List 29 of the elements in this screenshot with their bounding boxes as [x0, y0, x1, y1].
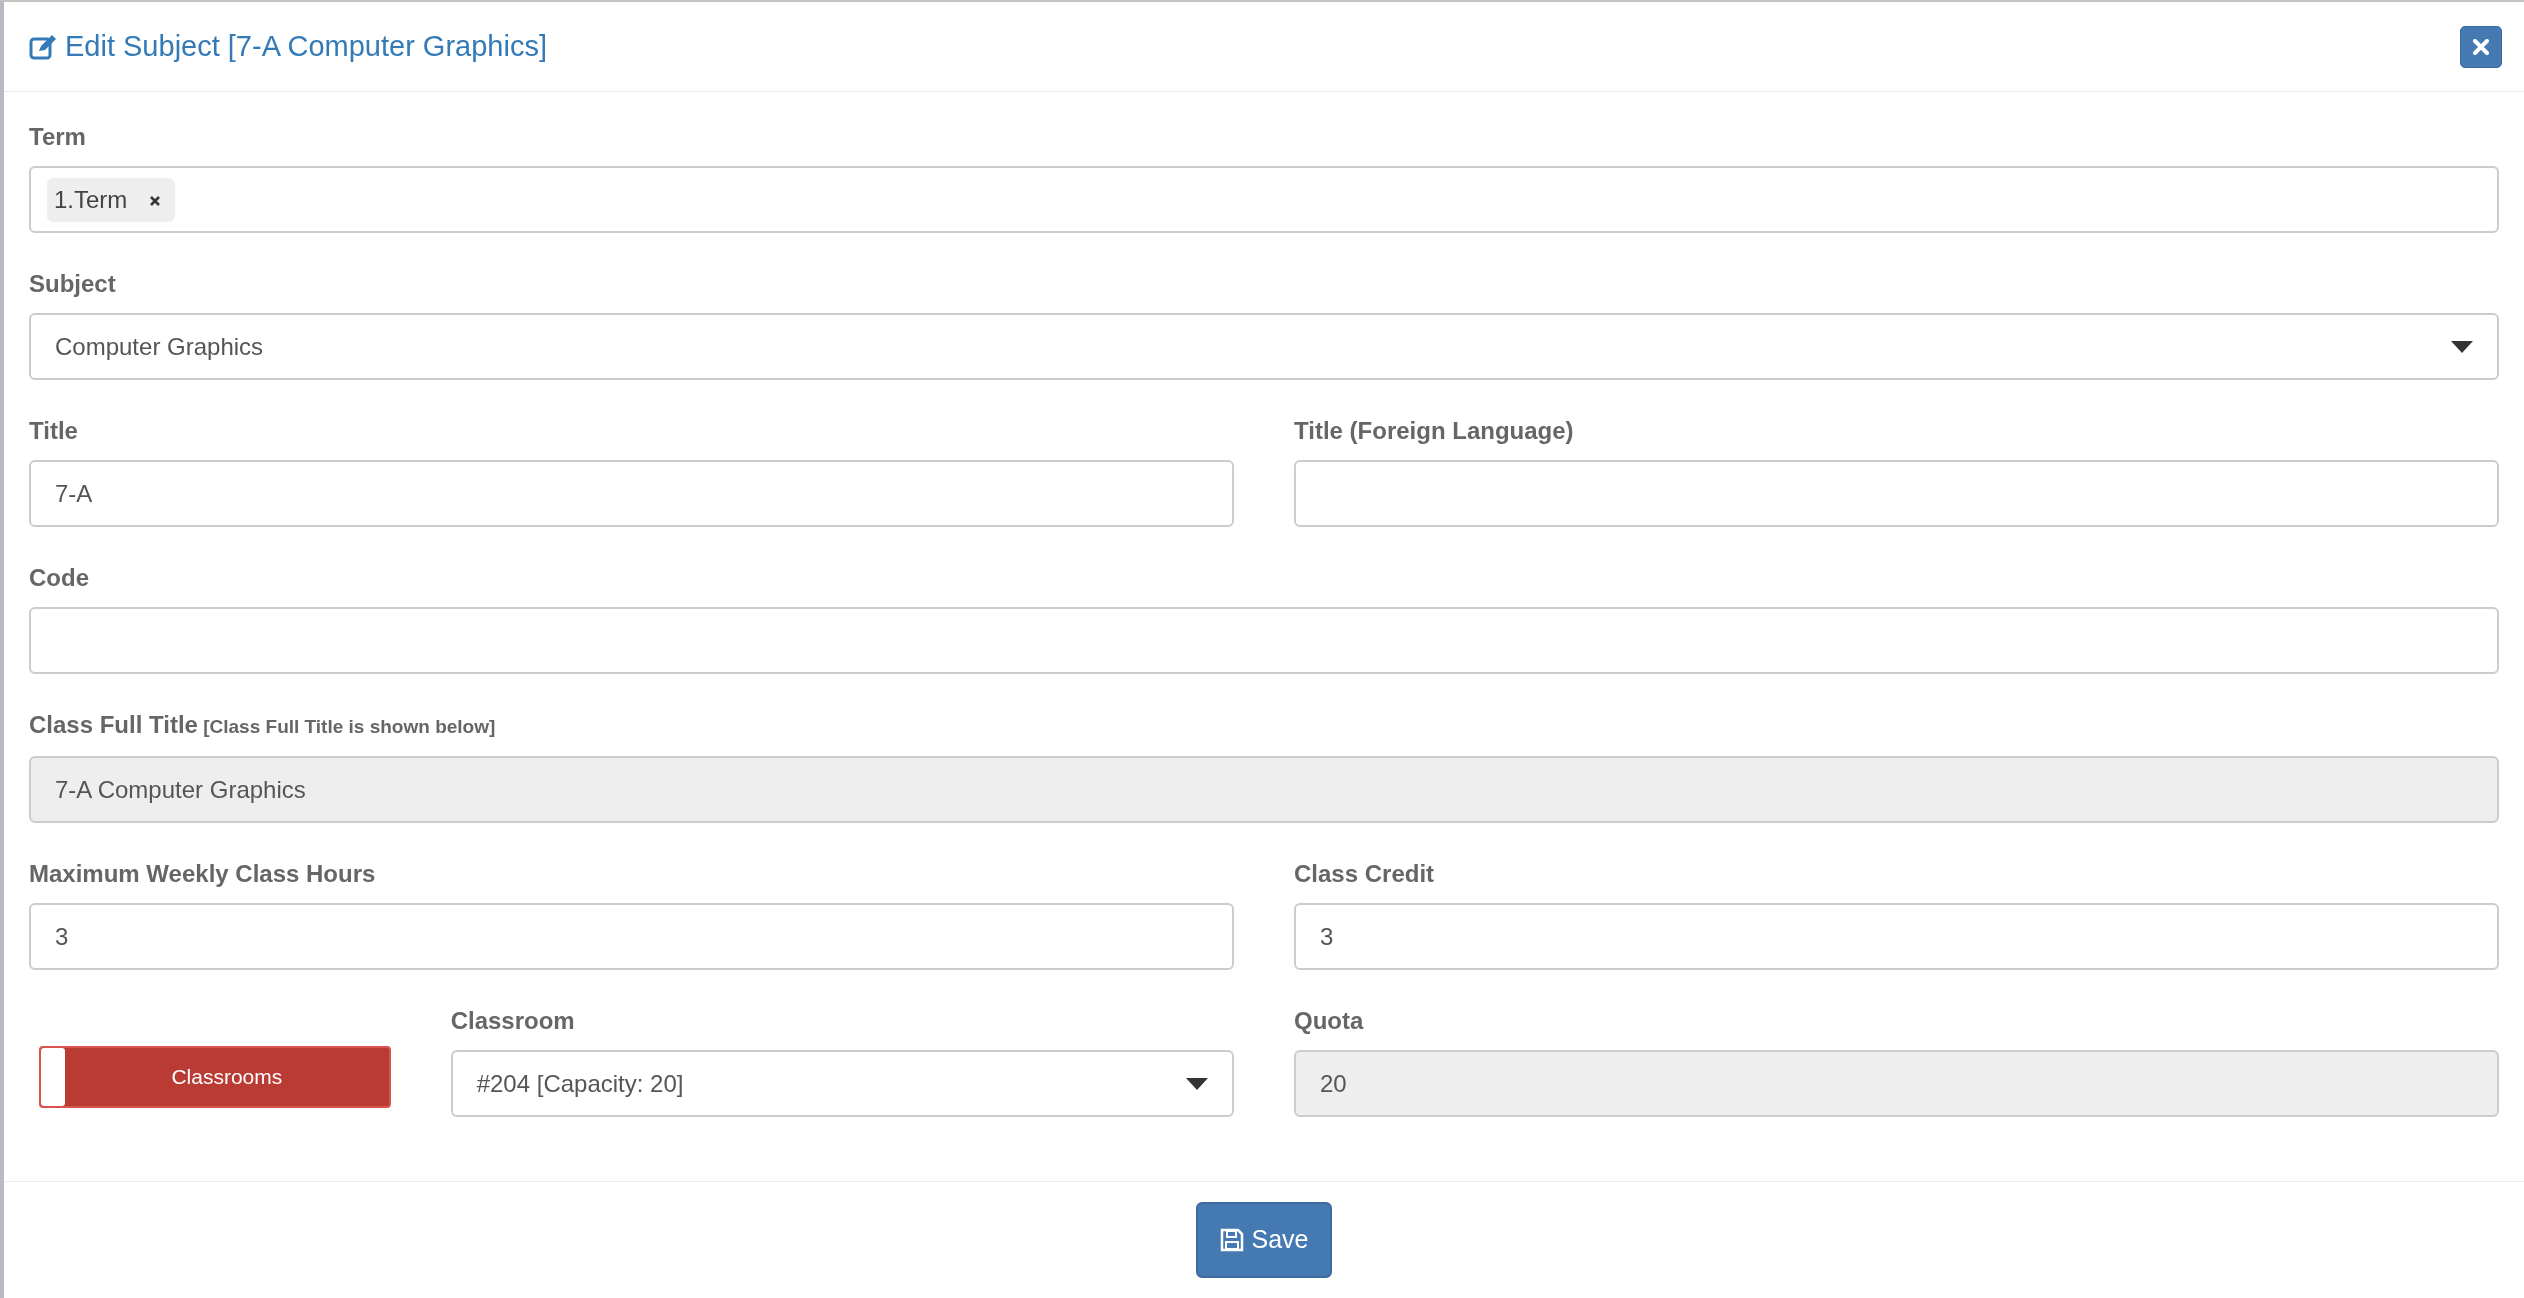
text-field[interactable]: 3: [29, 903, 1234, 970]
dialog-title: Edit Subject [7-A Computer Graphics]: [65, 28, 547, 64]
text-field[interactable]: 20: [1294, 1050, 2499, 1117]
field-label: Classroom: [450, 1006, 576, 1036]
select-field[interactable]: Computer Graphics: [29, 313, 2499, 380]
field-label: Code: [29, 563, 90, 593]
field-label: Title (Foreign Language): [1294, 416, 1575, 446]
text-field[interactable]: 7-A: [29, 460, 1234, 527]
select-field[interactable]: #204 [Capacity: 20]: [450, 1050, 1234, 1117]
text-field[interactable]: 7-A Computer Graphics: [29, 756, 2499, 823]
close-icon: [2473, 38, 2489, 55]
field-label: Subject: [29, 269, 117, 299]
tag-input-field[interactable]: 1.Term: [29, 166, 2499, 233]
text-field[interactable]: 3: [1294, 903, 2499, 970]
tag-chip: 1.Term: [47, 177, 176, 222]
field-label: Class Full Title [Class Full Title is shown below]: [29, 710, 497, 740]
close-button[interactable]: [2460, 25, 2502, 68]
caret-icon: [2451, 340, 2473, 353]
toggle-switch[interactable]: Classrooms: [39, 1046, 391, 1108]
field-label: Term: [29, 122, 87, 152]
field-label: Title: [29, 416, 79, 446]
field-label: Class Credit: [1294, 859, 1436, 889]
caret-icon: [1186, 1077, 1208, 1090]
text-field[interactable]: [29, 607, 2499, 674]
save-button[interactable]: Save: [1195, 1202, 1333, 1278]
field-label: Maximum Weekly Class Hours: [29, 859, 377, 889]
text-field[interactable]: [1294, 460, 2499, 527]
field-label: Quota: [1294, 1006, 1365, 1036]
edit-icon: [29, 33, 57, 60]
